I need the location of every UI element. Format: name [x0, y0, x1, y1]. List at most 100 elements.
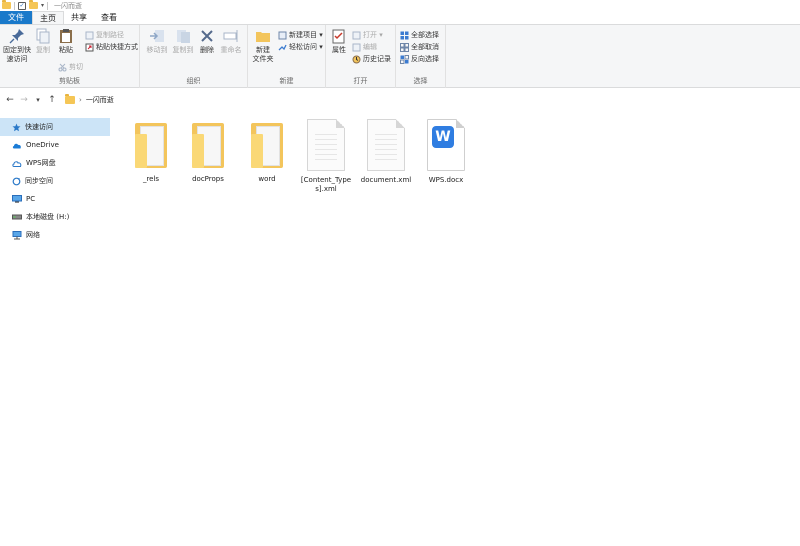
new-folder-icon: [256, 32, 270, 42]
easy-access-label: 轻松访问 ▾: [289, 43, 323, 51]
file-item-document-xml[interactable]: document.xml: [357, 119, 415, 185]
clipboard-group-label: 剪贴板: [59, 77, 80, 85]
clipboard-group: 固定到快 速访问 复制 粘贴 复制路径 粘贴快捷方式 剪切 剪贴板: [0, 25, 140, 88]
easy-access-button[interactable]: 轻松访问 ▾: [278, 42, 323, 52]
sidebar-item-wps-cloud[interactable]: WPS网盘: [0, 154, 110, 172]
tab-file[interactable]: 文件: [0, 11, 32, 24]
sidebar-item-label: 同步空间: [25, 177, 53, 185]
file-name: docProps: [192, 175, 224, 183]
select-none-label: 全部取消: [411, 43, 439, 51]
new-item-icon: [278, 31, 287, 39]
star-pin-icon: [12, 123, 21, 131]
paste-button[interactable]: 粘贴: [55, 28, 77, 55]
new-group: 新建 文件夹 新建项目 ▾ 轻松访问 ▾ 新建: [248, 25, 326, 88]
ribbon-tabs: 文件 主页 共享 查看: [0, 11, 800, 25]
copy-to-label: 复制到: [172, 46, 194, 54]
file-name: word: [258, 175, 276, 183]
properties-check-icon[interactable]: ✓: [18, 1, 26, 10]
folder-icon: [65, 94, 75, 104]
copy-path-icon: [85, 31, 94, 39]
properties-button[interactable]: 属性: [328, 28, 350, 55]
edit-button[interactable]: 编辑: [352, 42, 377, 52]
properties-icon: [332, 29, 345, 44]
customize-dropdown-icon[interactable]: ▾: [41, 2, 44, 9]
xml-document-icon: [307, 119, 345, 171]
forward-arrow-icon[interactable]: →: [17, 95, 31, 105]
invert-selection-icon: [400, 54, 409, 64]
copy-label: 复制: [36, 46, 50, 54]
organize-group-label: 组织: [186, 77, 201, 85]
recent-dropdown-icon[interactable]: ▾: [31, 96, 45, 104]
pin-label-line2: 速访问: [6, 55, 28, 63]
file-item-rels[interactable]: _rels: [122, 120, 180, 184]
copy-to-button[interactable]: 复制到: [170, 28, 196, 55]
delete-label: 删除: [200, 46, 214, 54]
rename-label: 重命名: [220, 46, 242, 54]
rename-button[interactable]: 重命名: [218, 28, 244, 55]
paste-shortcut-icon: [85, 43, 94, 51]
sidebar-item-quick-access[interactable]: 快速访问: [0, 118, 110, 136]
organize-group: 移动到 复制到 删除 重命名 组织: [140, 25, 248, 88]
sidebar-item-label: WPS网盘: [26, 159, 56, 167]
open-group-label: 打开: [353, 77, 368, 85]
select-all-button[interactable]: 全部选择: [400, 30, 439, 40]
tab-home[interactable]: 主页: [32, 11, 64, 24]
paste-shortcut-button[interactable]: 粘贴快捷方式: [85, 42, 138, 52]
select-group-label: 选择: [413, 77, 428, 85]
invert-selection-button[interactable]: 反向选择: [400, 54, 439, 64]
scissors-icon: [58, 63, 67, 71]
cut-button[interactable]: 剪切: [58, 62, 83, 72]
network-icon: [12, 230, 22, 239]
breadcrumb-current[interactable]: 一闪而逝: [86, 95, 114, 105]
sidebar-item-label: PC: [26, 195, 36, 203]
folder-icon: [2, 0, 11, 9]
select-all-icon: [400, 31, 409, 39]
file-item-docprops[interactable]: docProps: [179, 120, 237, 184]
sidebar-item-label: OneDrive: [26, 141, 59, 149]
file-item-wps-docx[interactable]: W WPS.docx: [417, 119, 475, 185]
edit-icon: [352, 43, 361, 51]
select-none-button[interactable]: 全部取消: [400, 42, 439, 52]
quick-access-toolbar: ✓ ▾: [0, 0, 49, 10]
sidebar-item-sync[interactable]: 同步空间: [0, 172, 110, 190]
sidebar-item-onedrive[interactable]: OneDrive: [0, 136, 110, 154]
new-folder-button[interactable]: 新建 文件夹: [250, 28, 276, 64]
tab-view[interactable]: 查看: [94, 11, 124, 24]
pin-quick-access-button[interactable]: 固定到快 速访问: [2, 28, 32, 64]
select-all-label: 全部选择: [411, 31, 439, 39]
up-arrow-icon[interactable]: ↑: [45, 95, 59, 105]
sidebar-item-pc[interactable]: PC: [0, 190, 110, 208]
file-name: document.xml: [360, 176, 412, 184]
sync-icon: [12, 177, 21, 185]
select-none-icon: [400, 42, 409, 52]
delete-button[interactable]: 删除: [198, 28, 216, 55]
sidebar-item-label: 快速访问: [25, 123, 53, 131]
new-folder-icon[interactable]: [29, 0, 38, 9]
open-button[interactable]: 打开 ▾: [352, 30, 383, 40]
address-field[interactable]: › 一闪而逝: [65, 92, 800, 108]
new-item-button[interactable]: 新建项目 ▾: [278, 30, 323, 40]
copy-button[interactable]: 复制: [33, 28, 53, 55]
sidebar-item-local-disk[interactable]: 本地磁盘 (H:): [0, 208, 110, 226]
xml-document-icon: [367, 119, 405, 171]
delete-x-icon: [201, 30, 213, 42]
move-to-button[interactable]: 移动到: [144, 28, 170, 55]
file-item-word[interactable]: word: [238, 120, 296, 184]
pc-icon: [12, 195, 22, 203]
paste-label: 粘贴: [59, 46, 73, 54]
easy-access-icon: [278, 44, 287, 50]
window-title: 一闪而逝: [54, 1, 83, 10]
sidebar-item-network[interactable]: 网络: [0, 226, 110, 244]
back-arrow-icon[interactable]: ←: [3, 95, 17, 105]
file-name: [Content_Types].xml: [300, 176, 352, 193]
divider: [14, 1, 15, 10]
history-button[interactable]: 历史记录: [352, 54, 391, 64]
breadcrumb-chevron-icon[interactable]: ›: [79, 96, 82, 104]
sidebar-item-label: 网络: [26, 231, 40, 239]
wps-document-icon: W: [427, 119, 465, 171]
properties-label: 属性: [332, 46, 346, 54]
copy-path-button[interactable]: 复制路径: [85, 30, 124, 40]
drive-icon: [12, 214, 22, 220]
file-item-content-types[interactable]: [Content_Types].xml: [297, 119, 355, 194]
tab-share[interactable]: 共享: [64, 11, 94, 24]
